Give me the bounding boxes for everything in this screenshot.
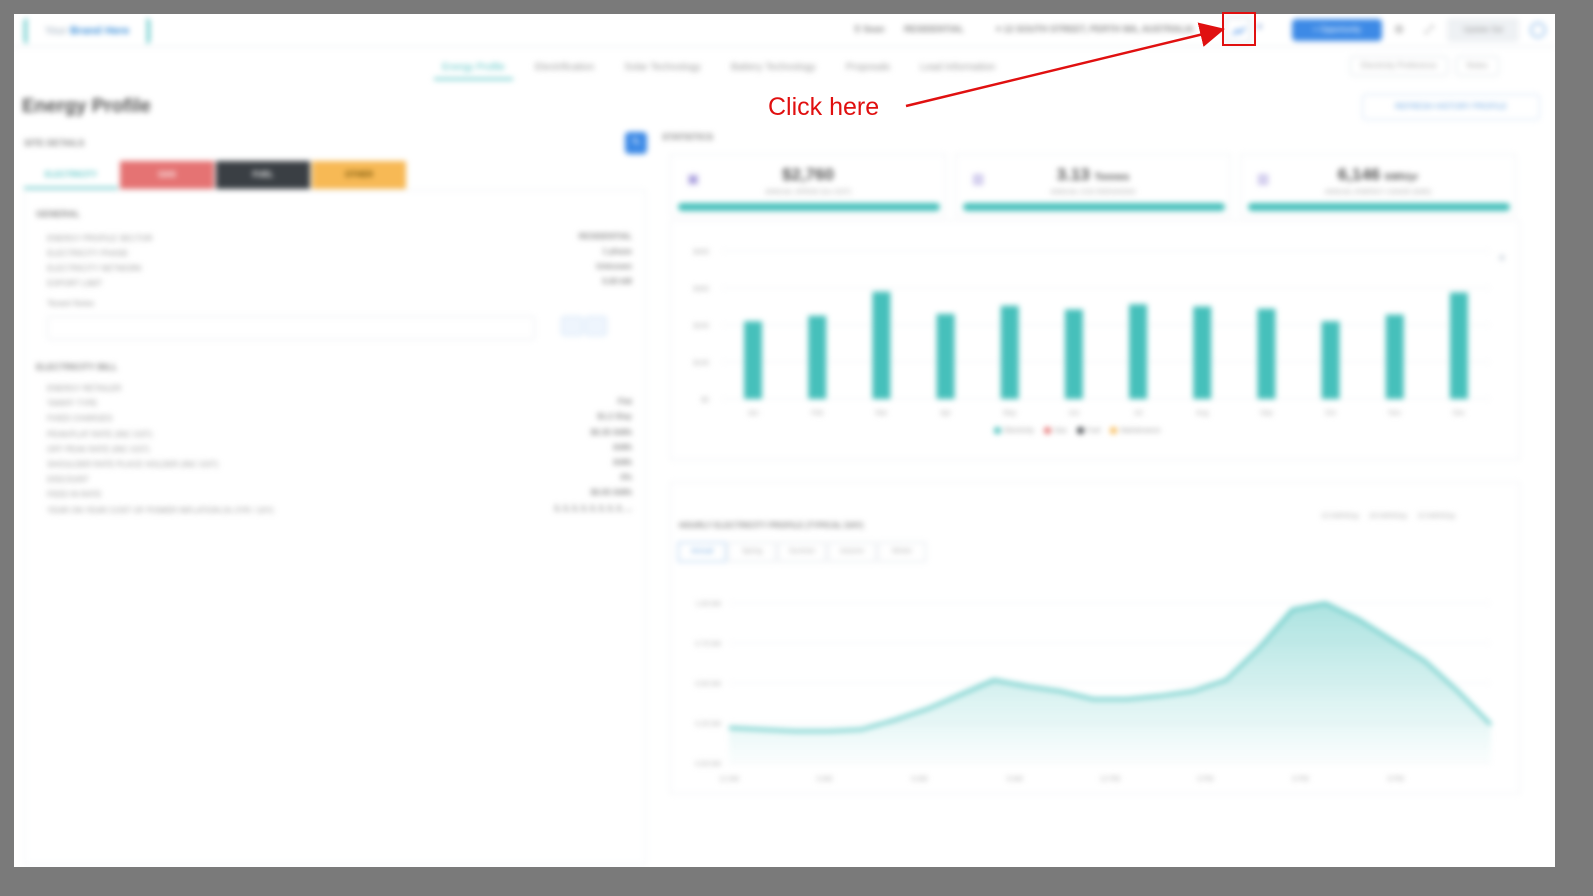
annotation-arrow xyxy=(905,22,1225,108)
arrow-line xyxy=(905,22,1225,108)
